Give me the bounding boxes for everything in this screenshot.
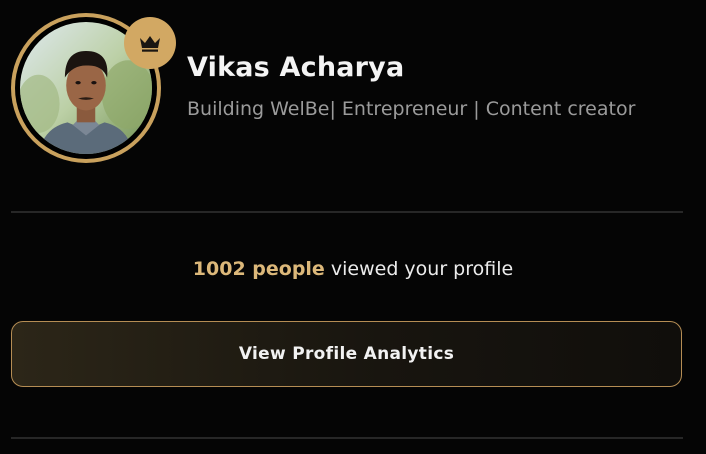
profile-views-text: 1002 people viewed your profile [0,258,706,280]
profile-views-count: 1002 people [192,258,325,280]
profile-card: Vikas Acharya Building WelBe| Entreprene… [0,0,706,454]
crown-icon [140,36,160,52]
view-profile-analytics-label: View Profile Analytics [238,344,455,364]
profile-name[interactable]: Vikas Acharya [187,52,404,83]
divider [11,437,683,439]
profile-headline: Building WelBe| Entrepreneur | Content c… [187,98,636,120]
divider [11,211,683,213]
view-profile-analytics-button[interactable]: View Profile Analytics [11,321,682,387]
profile-views-suffix: viewed your profile [330,258,514,280]
premium-crown-badge [124,17,176,69]
